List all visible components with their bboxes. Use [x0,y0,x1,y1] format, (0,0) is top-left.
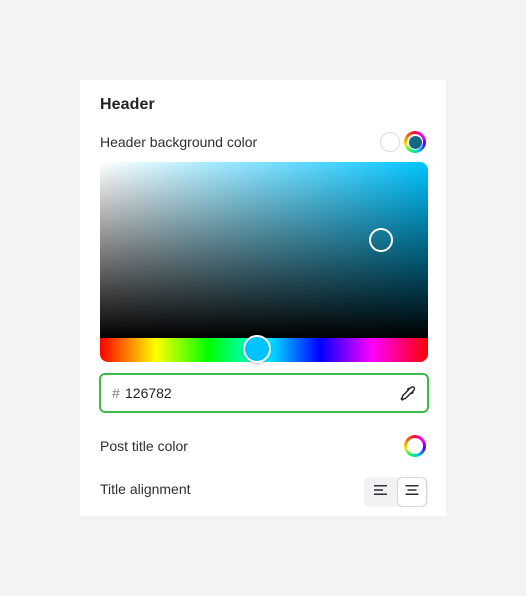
title-alignment-label: Title alignment [100,481,191,497]
align-left-button[interactable] [366,477,396,507]
saturation-brightness-handle[interactable] [369,228,393,252]
color-picker [100,162,428,362]
color-wheel-icon[interactable] [404,435,426,457]
align-center-button[interactable] [397,477,427,507]
section-title: Header [100,96,155,113]
swatch-custom-selected[interactable] [404,131,426,153]
header-settings-panel: Header Header background color # Post ti… [80,80,446,516]
saturation-brightness-area[interactable] [100,162,428,338]
hex-color-field[interactable]: # [99,373,429,413]
hex-input[interactable] [125,381,385,405]
swatch-ring [407,134,423,150]
post-title-color-label: Post title color [100,438,188,454]
hex-prefix: # [112,385,120,401]
hue-slider-handle[interactable] [243,335,271,363]
swatch-none[interactable] [380,132,400,152]
align-left-icon [373,483,389,502]
eyedropper-icon[interactable] [399,385,417,403]
swatch-current-color [408,135,422,149]
align-center-icon [404,483,420,502]
header-background-color-label: Header background color [100,134,258,150]
color-wheel-center [407,438,423,454]
title-alignment-toggle [364,477,428,507]
